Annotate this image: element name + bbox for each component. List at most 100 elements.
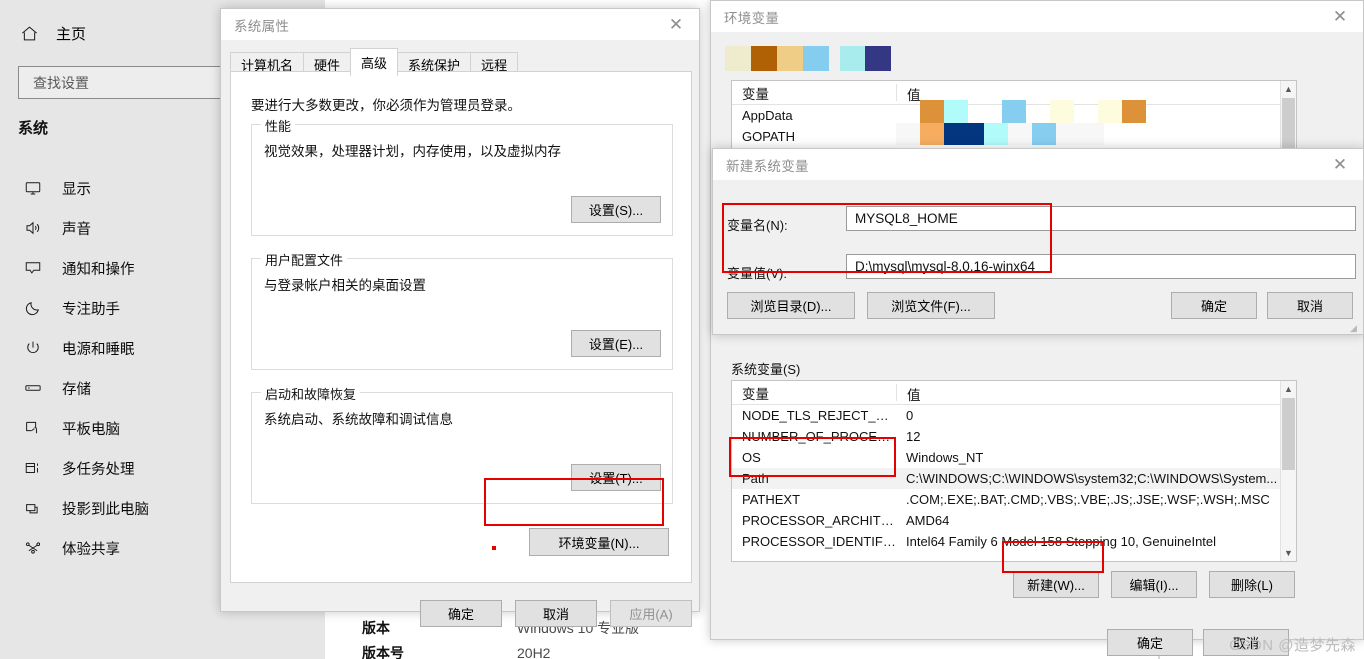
dialog-titlebar[interactable]: 系统属性 ✕: [221, 9, 699, 40]
sidebar-item-label: 平板电脑: [62, 421, 120, 438]
mosaic-block: [944, 100, 968, 123]
mosaic-block: [896, 123, 920, 145]
mosaic-block: [1002, 100, 1026, 123]
user-profiles-settings-button[interactable]: 设置(E)...: [571, 330, 661, 357]
cell-variable: OS: [742, 450, 761, 465]
cell-variable: PROCESSOR_IDENTIFIER: [742, 534, 896, 549]
system-variables-scrollbar[interactable]: ▲ ▼: [1280, 381, 1296, 561]
sidebar-item-label: 显示: [62, 181, 91, 198]
mosaic-block: [944, 123, 984, 145]
system-variables-table[interactable]: 变量 值 NODE_TLS_REJECT_UNAU... 0 NUMBER_OF…: [731, 380, 1297, 562]
chevron-down-icon[interactable]: ▼: [1281, 545, 1296, 561]
table-row[interactable]: OS Windows_NT: [732, 447, 1296, 468]
home-icon: [18, 22, 40, 44]
mosaic-block: [984, 123, 1008, 145]
button-label: 编辑(I)...: [1129, 578, 1179, 593]
button-label: 取消: [542, 607, 569, 622]
scrollbar-thumb[interactable]: [1282, 398, 1295, 470]
startup-recovery-settings-button[interactable]: 设置(T)...: [571, 464, 661, 491]
cell-variable: Path: [742, 471, 769, 486]
table-row[interactable]: NUMBER_OF_PROCESSORS 12: [732, 426, 1296, 447]
ok-button[interactable]: 确定: [1107, 629, 1193, 656]
dialog-titlebar[interactable]: 环境变量 ✕: [711, 1, 1363, 32]
speaker-icon: [22, 217, 44, 239]
mosaic-block: [1032, 123, 1056, 145]
table-row[interactable]: PROCESSOR_IDENTIFIER Intel64 Family 6 Mo…: [732, 531, 1296, 552]
sidebar-item-label: 电源和睡眠: [62, 341, 135, 358]
mosaic-block: [840, 46, 865, 71]
sidebar-item-label: 通知和操作: [62, 261, 135, 278]
table-row-path[interactable]: Path C:\WINDOWS;C:\WINDOWS\system32;C:\W…: [732, 468, 1296, 489]
variable-value-input[interactable]: D:\mysql\mysql-8.0.16-winx64: [846, 254, 1356, 279]
variable-value-value: D:\mysql\mysql-8.0.16-winx64: [855, 259, 1036, 274]
mosaic-block: [777, 46, 803, 71]
tab-advanced[interactable]: 高级: [350, 48, 399, 76]
cell-variable: NODE_TLS_REJECT_UNAU...: [742, 408, 896, 423]
cancel-button[interactable]: 取消: [515, 600, 597, 627]
button-label: 浏览目录(D)...: [750, 299, 832, 314]
dialog-title: 新建系统变量: [726, 158, 809, 174]
monitor-icon: [22, 177, 44, 199]
spec-key: 版本号: [362, 644, 404, 659]
screen: 主页 查找设置 系统 显示 声音 通知和操作 专注助手 电源和睡眠 存储 平板电…: [0, 0, 1364, 659]
chevron-up-icon[interactable]: ▲: [1281, 81, 1296, 97]
mosaic-block: [1008, 123, 1032, 145]
system-variables-label: 系统变量(S): [731, 362, 801, 377]
group-performance: 性能 视觉效果，处理器计划，内存使用，以及虚拟内存 设置(S)...: [251, 116, 673, 236]
ok-button[interactable]: 确定: [1171, 292, 1257, 319]
cell-value: C:\WINDOWS;C:\WINDOWS\system32;C:\WINDOW…: [906, 471, 1278, 486]
close-icon[interactable]: ✕: [1317, 149, 1363, 180]
group-label: 用户配置文件: [261, 250, 348, 269]
ok-button[interactable]: 确定: [420, 600, 502, 627]
spacer: [492, 546, 496, 550]
cell-value: Intel64 Family 6 Model 158 Stepping 10, …: [906, 534, 1217, 549]
cell-value: 12: [906, 429, 921, 444]
cancel-button[interactable]: 取消: [1267, 292, 1353, 319]
cell-value: .COM;.EXE;.BAT;.CMD;.VBS;.VBE;.JS;.JSE;.…: [906, 492, 1270, 507]
dialog-body: 变量名(N): MYSQL8_HOME 变量值(V): D:\mysql\mys…: [713, 180, 1363, 335]
table-row[interactable]: NODE_TLS_REJECT_UNAU... 0: [732, 405, 1296, 426]
button-label: 应用(A): [629, 607, 673, 622]
group-label: 启动和故障恢复: [261, 384, 361, 403]
button-label: 浏览文件(F)...: [891, 299, 971, 314]
dialog-body: 计算机名 硬件 高级 系统保护 远程 要进行大多数更改，你必须作为管理员登录。 …: [221, 40, 699, 627]
tablet-icon: [22, 417, 44, 439]
resize-grip-icon[interactable]: ◢: [1350, 323, 1360, 333]
table-row[interactable]: PROCESSOR_ARCHITECT... AMD64: [732, 510, 1296, 531]
power-icon: [22, 337, 44, 359]
system-properties-dialog: 系统属性 ✕ 计算机名 硬件 高级 系统保护 远程 要进行大多数更改，你必须作为…: [220, 8, 700, 627]
share-icon: [22, 537, 44, 559]
search-placeholder: 查找设置: [33, 74, 89, 91]
performance-settings-button[interactable]: 设置(S)...: [571, 196, 661, 223]
variable-name-input[interactable]: MYSQL8_HOME: [846, 206, 1356, 231]
dialog-titlebar[interactable]: 新建系统变量 ✕: [713, 149, 1363, 180]
group-label: 性能: [261, 116, 296, 135]
tab-panel-advanced: 要进行大多数更改，你必须作为管理员登录。 性能 视觉效果，处理器计划，内存使用，…: [230, 71, 692, 583]
environment-variables-button[interactable]: 环境变量(N)...: [529, 528, 669, 556]
browse-file-button[interactable]: 浏览文件(F)...: [867, 292, 995, 319]
home-label: 主页: [56, 25, 87, 43]
new-variable-button[interactable]: 新建(W)...: [1013, 571, 1099, 598]
mosaic-block: [803, 46, 829, 71]
button-label: 取消: [1296, 299, 1323, 314]
mosaic-block: [920, 123, 944, 145]
button-label: 环境变量(N)...: [558, 535, 640, 551]
chevron-up-icon[interactable]: ▲: [1281, 381, 1296, 397]
button-label: 设置(S)...: [588, 203, 644, 218]
cell-variable: NUMBER_OF_PROCESSORS: [742, 429, 896, 444]
cell-variable: AppData: [742, 108, 793, 123]
table-row[interactable]: PATHEXT .COM;.EXE;.BAT;.CMD;.VBS;.VBE;.J…: [732, 489, 1296, 510]
sidebar-item-label: 多任务处理: [62, 461, 135, 478]
variable-value-label: 变量值(V):: [727, 266, 787, 281]
edit-variable-button[interactable]: 编辑(I)...: [1111, 571, 1197, 598]
multitask-icon: [22, 457, 44, 479]
close-icon[interactable]: ✕: [653, 9, 699, 40]
delete-variable-button[interactable]: 删除(L): [1209, 571, 1295, 598]
table-header: 变量 值: [732, 381, 1296, 405]
mosaic-block: [865, 46, 891, 71]
browse-directory-button[interactable]: 浏览目录(D)...: [727, 292, 855, 319]
button-label: 确定: [1136, 636, 1163, 651]
watermark: CSDN @造梦先森: [1229, 637, 1356, 654]
home-nav-item[interactable]: 主页: [18, 20, 86, 46]
close-icon[interactable]: ✕: [1317, 1, 1363, 32]
